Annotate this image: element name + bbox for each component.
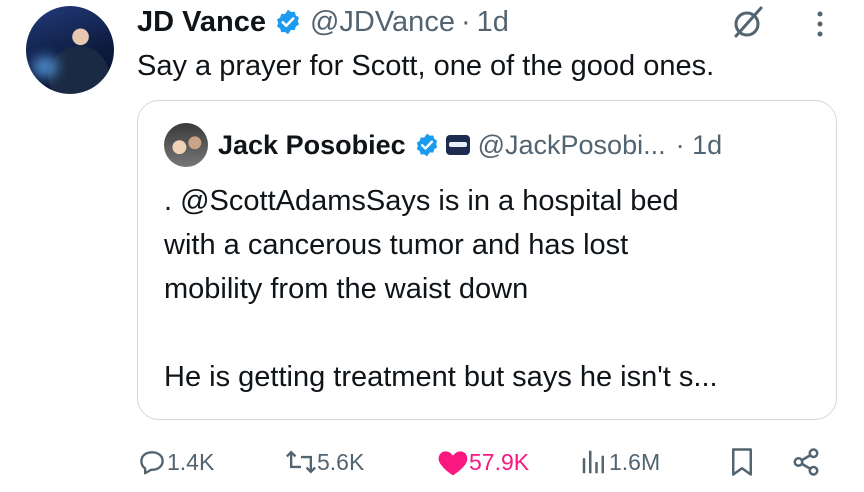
author-name[interactable]: JD Vance	[137, 6, 266, 39]
views-button[interactable]: 1.6M	[579, 442, 660, 482]
post-header: JD Vance @JDVance · 1d	[137, 4, 509, 40]
verified-badge-icon	[274, 8, 302, 36]
verified-badge-icon	[414, 132, 440, 158]
like-button[interactable]: 57.9K	[437, 442, 529, 482]
author-handle[interactable]: @JDVance	[310, 6, 455, 39]
quoted-author-name[interactable]: Jack Posobiec	[218, 130, 406, 161]
action-bar: 1.4K 5.6K 57.9K 1.6M	[137, 442, 837, 482]
grok-icon[interactable]	[728, 2, 768, 42]
post-time[interactable]: 1d	[477, 6, 509, 39]
repost-icon	[285, 447, 317, 477]
post-text: Say a prayer for Scott, one of the good …	[137, 50, 715, 82]
views-count: 1.6M	[609, 448, 661, 475]
share-icon	[791, 447, 821, 477]
quoted-line: with a cancerous tumor and has lost	[164, 229, 629, 261]
views-icon	[579, 447, 609, 477]
quoted-line: . @ScottAdamsSays is in a hospital bed	[164, 185, 679, 217]
quoted-post[interactable]: Jack Posobiec @JackPosobi... · 1d . @Sco…	[137, 100, 837, 420]
like-count: 57.9K	[469, 448, 530, 475]
repost-count: 5.6K	[317, 448, 365, 475]
repost-button[interactable]: 5.6K	[285, 442, 364, 482]
separator-dot: ·	[460, 5, 471, 38]
quoted-line: mobility from the waist down	[164, 273, 529, 305]
bookmark-icon	[729, 447, 755, 477]
quoted-post-time[interactable]: · 1d	[676, 130, 723, 161]
quoted-author-handle[interactable]: @JackPosobi...	[478, 130, 666, 161]
quoted-post-text: . @ScottAdamsSays is in a hospital bed w…	[164, 179, 718, 399]
bookmark-button[interactable]	[729, 442, 755, 482]
quoted-line	[164, 311, 718, 355]
heart-icon	[437, 447, 469, 477]
share-button[interactable]	[791, 442, 821, 482]
affiliate-badge-icon	[445, 135, 470, 155]
quoted-author-avatar[interactable]	[164, 123, 208, 167]
quoted-line: He is getting treatment but says he isn'…	[164, 361, 718, 393]
reply-button[interactable]: 1.4K	[137, 442, 214, 482]
more-icon[interactable]	[808, 8, 832, 40]
reply-count: 1.4K	[167, 448, 215, 475]
quoted-post-header: Jack Posobiec @JackPosobi... · 1d	[218, 127, 728, 163]
author-avatar[interactable]	[26, 6, 114, 94]
reply-icon	[137, 447, 167, 477]
